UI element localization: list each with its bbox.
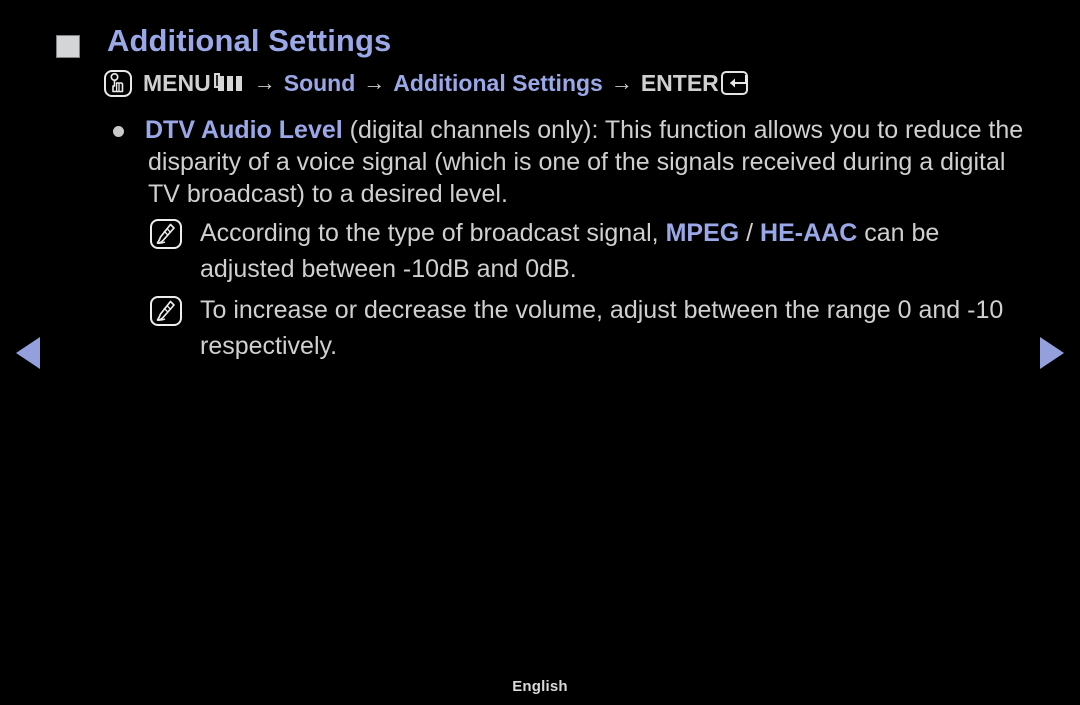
- page-header: Additional Settings: [0, 14, 1080, 60]
- note-paragraph: According to the type of broadcast signa…: [200, 215, 1040, 287]
- note-text-before: According to the type of broadcast signa…: [200, 219, 666, 247]
- menu-grid-icon: [213, 72, 246, 94]
- prev-triangle-icon[interactable]: [16, 337, 40, 369]
- enter-return-icon: [720, 71, 752, 95]
- note-pen-icon: [150, 219, 182, 249]
- note-pen-icon: [150, 296, 182, 326]
- menu-path: MENU → Sound → Additional Settings → ENT…: [104, 65, 752, 101]
- note-keyword-mpeg: MPEG: [665, 219, 740, 247]
- footer-language: English: [512, 678, 568, 695]
- next-triangle-icon[interactable]: [1040, 337, 1064, 369]
- content-body: DTV Audio Level (digital channels only):…: [0, 114, 1080, 364]
- note-keyword-heaac: HE-AAC: [760, 219, 858, 247]
- menu-path-sound: Sound: [283, 69, 356, 96]
- bullet-keyword: DTV Audio Level: [145, 116, 343, 144]
- note-text-before: To increase or decrease the volume, adju…: [200, 296, 1004, 360]
- note-paragraph: To increase or decrease the volume, adju…: [200, 292, 1040, 364]
- note-separator: /: [739, 219, 761, 247]
- bullet-dot-icon: [113, 126, 124, 137]
- page-title: Additional Settings: [107, 23, 392, 58]
- path-arrow-1: →: [253, 70, 276, 95]
- path-arrow-2: →: [363, 70, 386, 95]
- page-root: Additional Settings MENU → Sound → Addit…: [0, 0, 1080, 705]
- path-arrow-3: →: [610, 70, 633, 95]
- note-item: To increase or decrease the volume, adju…: [0, 292, 1080, 364]
- note-item: According to the type of broadcast signa…: [0, 215, 1080, 287]
- menu-label: MENU: [143, 69, 211, 96]
- bullet-paragraph: DTV Audio Level (digital channels only):…: [145, 114, 1040, 210]
- filled-square-icon: [56, 35, 80, 58]
- bullet-item: DTV Audio Level (digital channels only):…: [0, 114, 1080, 210]
- enter-label: ENTER: [640, 69, 719, 96]
- menu-path-additional-settings: Additional Settings: [393, 69, 603, 96]
- menu-press-hand-icon: [104, 69, 132, 97]
